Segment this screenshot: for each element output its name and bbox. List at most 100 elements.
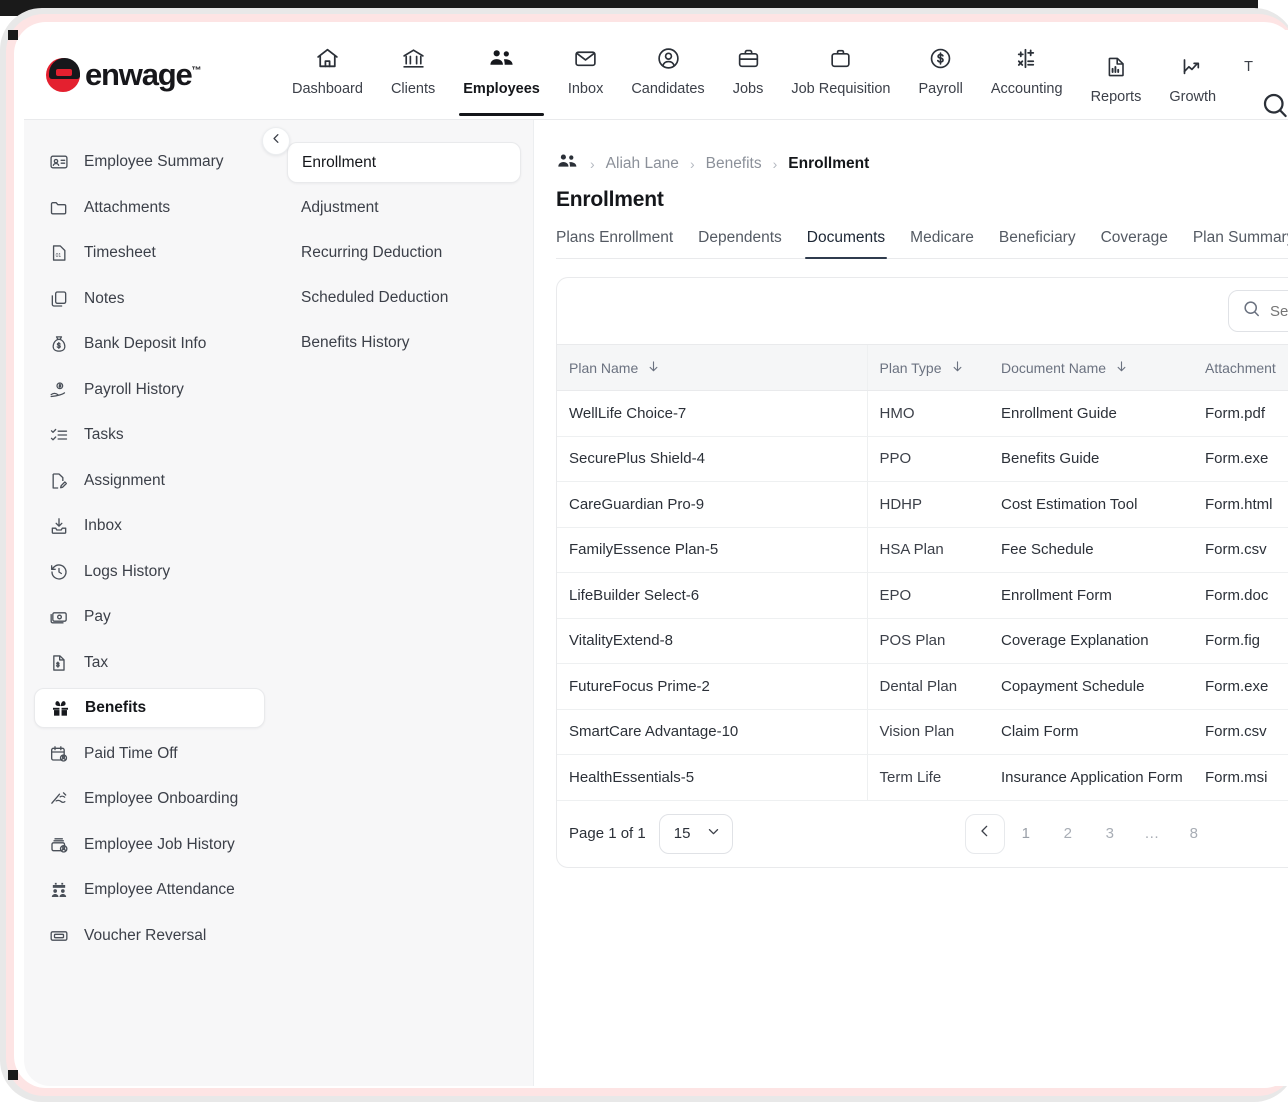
nav-label: Inbox (568, 81, 603, 97)
table-row[interactable]: LifeBuilder Select-6 EPO Enrollment Form… (557, 573, 1288, 619)
sidebar-item-employee-summary[interactable]: Employee Summary (34, 142, 265, 182)
breadcrumb-item-benefits[interactable]: Benefits (706, 155, 762, 173)
calculator-icon (1014, 44, 1039, 74)
sidebar-item-inbox[interactable]: Inbox (34, 506, 265, 546)
page-number-8[interactable]: 8 (1173, 825, 1215, 842)
table-body: WellLife Choice-7 HMO Enrollment Guide F… (557, 391, 1288, 801)
nav-item-employees[interactable]: Employees (449, 44, 554, 120)
table-row[interactable]: SecurePlus Shield-4 PPO Benefits Guide F… (557, 436, 1288, 482)
voucher-icon (48, 925, 70, 947)
table-row[interactable]: VitalityExtend-8 POS Plan Coverage Expla… (557, 618, 1288, 664)
table-row[interactable]: WellLife Choice-7 HMO Enrollment Guide F… (557, 391, 1288, 437)
nav-item-clients[interactable]: Clients (377, 44, 449, 120)
submenu-item-label: Enrollment (302, 154, 376, 172)
sidebar-item-assignment[interactable]: Assignment (34, 461, 265, 501)
column-header-document-name[interactable]: Document Name (989, 345, 1193, 391)
nav-item-payroll[interactable]: Payroll (904, 44, 976, 120)
column-header-plan-type[interactable]: Plan Type (867, 345, 989, 391)
report-document-icon (1104, 52, 1128, 82)
sidebar-item-paid-time-off[interactable]: Paid Time Off (34, 734, 265, 774)
cell-plan-type: HDHP (867, 482, 989, 528)
calendar-user-icon (48, 743, 70, 765)
tab-medicare[interactable]: Medicare (910, 229, 974, 258)
table-search-box[interactable] (1228, 290, 1288, 332)
sidebar-item-tasks[interactable]: Tasks (34, 415, 265, 455)
home-icon (315, 44, 340, 74)
cell-attachment: Form.csv (1193, 709, 1288, 755)
tab-plan-summary[interactable]: Plan Summary (1193, 229, 1288, 258)
dollar-circle-icon (928, 44, 953, 74)
page-number-3[interactable]: 3 (1089, 825, 1131, 842)
table-row[interactable]: FamilyEssence Plan-5 HSA Plan Fee Schedu… (557, 527, 1288, 573)
submenu-item-enrollment[interactable]: Enrollment (287, 142, 521, 183)
nav-label: Dashboard (292, 81, 363, 97)
submenu-item-scheduled-deduction[interactable]: Scheduled Deduction (287, 277, 521, 318)
sidebar-item-label: Benefits (85, 699, 146, 717)
table-row[interactable]: CareGuardian Pro-9 HDHP Cost Estimation … (557, 482, 1288, 528)
submenu-item-recurring-deduction[interactable]: Recurring Deduction (287, 232, 521, 273)
column-label: Plan Type (880, 360, 942, 376)
sidebar-item-label: Attachments (84, 199, 170, 217)
brand-logo[interactable]: enwage™ (46, 57, 278, 93)
brand-tm: ™ (192, 65, 201, 76)
sidebar-item-payroll-history[interactable]: Payroll History (34, 370, 265, 410)
inbox-download-icon (48, 515, 70, 537)
tab-dependents[interactable]: Dependents (698, 229, 782, 258)
cell-plan-name: VitalityExtend-8 (557, 618, 867, 664)
submenu-item-label: Adjustment (301, 199, 379, 217)
previous-page-button[interactable] (965, 814, 1005, 854)
nav-item-dashboard[interactable]: Dashboard (278, 44, 377, 120)
breadcrumb-item-employee[interactable]: Aliah Lane (606, 155, 679, 173)
sidebar-item-bank-deposit-info[interactable]: Bank Deposit Info (34, 324, 265, 364)
sidebar-item-label: Bank Deposit Info (84, 335, 206, 353)
cell-document-name: Insurance Application Form (989, 755, 1193, 801)
tab-coverage[interactable]: Coverage (1101, 229, 1168, 258)
sidebar-item-employee-attendance[interactable]: Employee Attendance (34, 870, 265, 910)
sidebar-item-employee-job-history[interactable]: Employee Job History (34, 825, 265, 865)
onboarding-icon (48, 788, 70, 810)
documents-table-card: Plan Name Plan Type Document Name Attach… (556, 277, 1288, 868)
column-header-attachment[interactable]: Attachment (1193, 345, 1288, 391)
nav-label: Reports (1091, 89, 1142, 105)
submenu-item-benefits-history[interactable]: Benefits History (287, 322, 521, 363)
nav-item-job-requisition[interactable]: Job Requisition (777, 44, 904, 120)
nav-item-growth[interactable]: Growth (1155, 44, 1230, 120)
nav-item-jobs[interactable]: Jobs (719, 44, 778, 120)
cell-plan-type: PPO (867, 436, 989, 482)
nav-item-reports[interactable]: Reports (1077, 44, 1156, 120)
page-number-2[interactable]: 2 (1047, 825, 1089, 842)
cell-document-name: Fee Schedule (989, 527, 1193, 573)
table-row[interactable]: FutureFocus Prime-2 Dental Plan Copaymen… (557, 664, 1288, 710)
sidebar-item-tax[interactable]: Tax (34, 643, 265, 683)
page-size-select[interactable]: 15 (659, 814, 733, 854)
sidebar-item-timesheet[interactable]: 01 Timesheet (34, 233, 265, 273)
cell-plan-name: FamilyEssence Plan-5 (557, 527, 867, 573)
sidebar-item-attachments[interactable]: Attachments (34, 188, 265, 228)
nav-item-candidates[interactable]: Candidates (617, 44, 718, 120)
table-row[interactable]: SmartCare Advantage-10 Vision Plan Claim… (557, 709, 1288, 755)
money-bag-icon (48, 333, 70, 355)
submenu-item-adjustment[interactable]: Adjustment (287, 187, 521, 228)
sidebar-item-pay[interactable]: Pay (34, 597, 265, 637)
table-row[interactable]: HealthEssentials-5 Term Life Insurance A… (557, 755, 1288, 801)
page-size-value: 15 (674, 825, 691, 842)
sidebar-item-label: Tasks (84, 426, 124, 444)
search-input[interactable] (1270, 303, 1288, 320)
table-header-row: Plan Name Plan Type Document Name Attach… (557, 345, 1288, 391)
tab-beneficiary[interactable]: Beneficiary (999, 229, 1076, 258)
tab-documents[interactable]: Documents (807, 229, 885, 258)
column-header-plan-name[interactable]: Plan Name (557, 345, 867, 391)
sidebar-item-employee-onboarding[interactable]: Employee Onboarding (34, 779, 265, 819)
cell-attachment: Form.fig (1193, 618, 1288, 664)
page-number-1[interactable]: 1 (1005, 825, 1047, 842)
sidebar-item-benefits[interactable]: Benefits (34, 688, 265, 728)
nav-label: Accounting (991, 81, 1063, 97)
sidebar-item-logs-history[interactable]: Logs History (34, 552, 265, 592)
sidebar-item-notes[interactable]: Notes (34, 279, 265, 319)
nav-item-accounting[interactable]: Accounting (977, 44, 1077, 120)
sidebar-item-label: Timesheet (84, 244, 156, 262)
tab-plans-enrollment[interactable]: Plans Enrollment (556, 229, 673, 258)
sidebar-item-voucher-reversal[interactable]: Voucher Reversal (34, 916, 265, 956)
nav-item-inbox[interactable]: Inbox (554, 44, 617, 120)
sidebar-collapse-button[interactable] (262, 127, 290, 155)
